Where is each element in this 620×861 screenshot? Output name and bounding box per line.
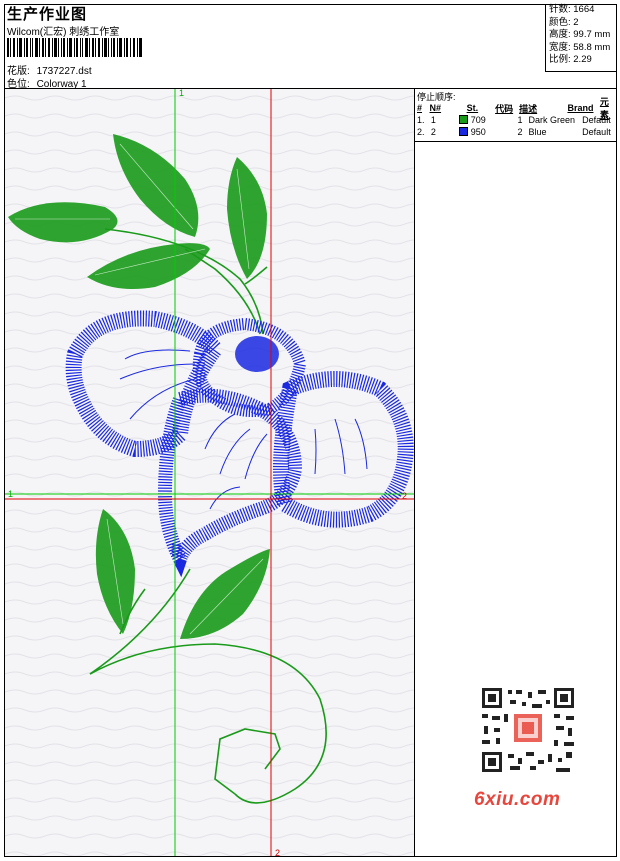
row-desc: Blue xyxy=(528,127,547,137)
stop-panel-divider xyxy=(415,141,616,142)
row-code: 1 xyxy=(517,115,523,125)
design-canvas xyxy=(5,89,414,856)
row-n: 2 xyxy=(430,127,436,137)
col-hash: # xyxy=(417,103,423,113)
col-code: 代码 xyxy=(495,103,514,114)
design-height: 高度: 99.7 mm xyxy=(549,29,611,41)
stop-sequence-title: 停止顺序: xyxy=(417,92,456,102)
barcode xyxy=(7,38,142,57)
color-count: 颜色: 2 xyxy=(549,16,579,28)
row-hash: 1. xyxy=(417,115,425,125)
guide-label-red-right: 2 xyxy=(402,491,408,501)
embroidery-design xyxy=(5,89,414,856)
studio-name: Wilcom(汇宏) 刺绣工作室 xyxy=(7,27,120,38)
stop-sequence-header: # N# St. 代码 描述 Brand 元素 xyxy=(415,97,616,120)
design-scale: 比例: 2.29 xyxy=(549,54,592,66)
row-n: 1 xyxy=(430,115,436,125)
flower-center xyxy=(235,336,279,372)
guide-label-green-left: 1 xyxy=(8,489,14,499)
row-code: 2 xyxy=(517,127,523,137)
stitch-count: 针数: 1664 xyxy=(549,4,595,15)
stop-sequence-panel: 停止顺序: # N# St. 代码 描述 Brand 元素 1. 1 709 1… xyxy=(415,89,616,138)
row-brand: Default xyxy=(582,127,611,137)
stats-box: 针数: 1664 颜色: 2 高度: 99.7 mm 宽度: 58.8 mm 比… xyxy=(545,4,617,72)
design-width: 宽度: 58.8 mm xyxy=(549,41,611,53)
qr-code xyxy=(470,680,586,780)
guide-label-red-bottom: 2 xyxy=(275,848,281,858)
col-brand: Brand xyxy=(567,103,594,113)
row-st: 950 xyxy=(470,127,486,137)
table-row: 1. 1 709 1 Dark Green Default xyxy=(415,114,616,126)
color-swatch xyxy=(458,114,471,126)
watermark-text: 6xiu.com xyxy=(474,789,561,810)
guide-label-green-top: 1 xyxy=(179,88,185,98)
table-row: 2. 2 950 2 Blue Default xyxy=(415,126,616,138)
col-n: N# xyxy=(429,103,442,113)
page-title: 生产作业图 xyxy=(7,6,88,23)
row-desc: Dark Green xyxy=(528,115,575,125)
col-st: St. xyxy=(466,103,479,113)
row-brand: Default xyxy=(582,115,611,125)
col-desc: 描述 xyxy=(519,103,538,114)
color-swatch xyxy=(458,126,471,138)
row-st: 709 xyxy=(470,115,486,125)
row-hash: 2. xyxy=(417,127,425,137)
panel-divider xyxy=(414,88,415,857)
